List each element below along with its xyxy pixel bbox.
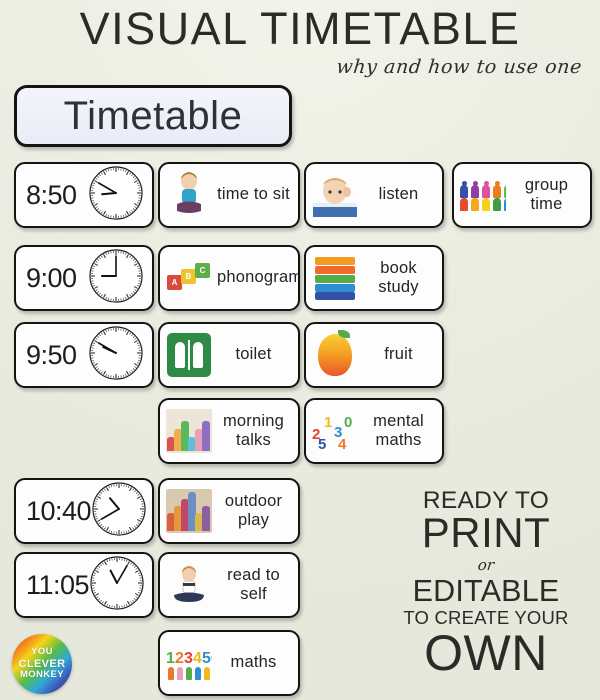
- activity-card[interactable]: toilet: [158, 322, 300, 388]
- activity-card[interactable]: 2 1 3 0 5 4 mental maths: [304, 398, 444, 464]
- clock-face-icon: [88, 248, 144, 309]
- promo-line-editable: EDITABLE: [412, 574, 560, 609]
- clock-face-icon: [89, 555, 145, 616]
- time-label: 9:50: [26, 339, 77, 370]
- time-card[interactable]: 10:40: [14, 478, 154, 544]
- activity-label: fruit: [384, 345, 413, 364]
- number-figures-photo: 123456: [166, 638, 212, 688]
- activity-card[interactable]: 123456 maths: [158, 630, 300, 696]
- activity-label: listen: [378, 185, 419, 204]
- poster-canvas: VISUAL TIMETABLE why and how to use one …: [0, 0, 600, 700]
- activity-label: toilet: [235, 345, 272, 364]
- activity-card[interactable]: book study: [304, 245, 444, 311]
- activity-card[interactable]: listen: [304, 162, 444, 228]
- time-card[interactable]: 9:00: [14, 245, 154, 311]
- you-clever-monkey-logo[interactable]: YOU CLEVER MONKEY: [12, 634, 72, 694]
- time-label: 9:00: [26, 262, 77, 293]
- activity-card[interactable]: morning talks: [158, 398, 300, 464]
- activity-label: maths: [230, 653, 277, 672]
- time-label: 8:50: [26, 179, 77, 210]
- abc-blocks-photo: A B C: [166, 253, 212, 303]
- activity-label: morning talks: [222, 411, 284, 449]
- children-talking-photo: [166, 406, 212, 456]
- activity-label: read to self: [227, 565, 280, 603]
- page-title: VISUAL TIMETABLE: [79, 3, 521, 54]
- promo-line-or: or: [476, 555, 496, 574]
- time-card[interactable]: 8:50: [14, 162, 154, 228]
- time-card[interactable]: 9:50: [14, 322, 154, 388]
- child-listening-photo: [312, 170, 358, 220]
- time-label: 11:05: [26, 569, 90, 600]
- promo-line-own: OWN: [424, 625, 548, 682]
- toilet-sign-icon: [166, 330, 212, 380]
- title-block: VISUAL TIMETABLE why and how to use one: [0, 6, 600, 78]
- activity-card[interactable]: read to self: [158, 552, 300, 618]
- girl-reading-photo: [166, 560, 212, 610]
- activity-label: book study: [378, 258, 419, 296]
- children-playing-photo: [166, 486, 212, 536]
- logo-line-monkey: MONKEY: [19, 669, 65, 681]
- promo-text-block: READY TO PRINT or EDITABLE TO CREATE YOU…: [380, 488, 592, 682]
- activity-label: time to sit: [217, 185, 290, 204]
- activity-label: group time: [524, 175, 569, 213]
- time-card[interactable]: 11:05: [14, 552, 154, 618]
- fruit-photo: [312, 330, 358, 380]
- activity-card[interactable]: group time: [452, 162, 592, 228]
- promo-line-print: PRINT: [421, 509, 551, 557]
- activity-card[interactable]: time to sit: [158, 162, 300, 228]
- clock-face-icon: [88, 325, 144, 386]
- foam-numbers-photo: 2 1 3 0 5 4: [312, 414, 353, 453]
- stacked-books-photo: [312, 253, 358, 303]
- activity-label: outdoor play: [224, 491, 283, 529]
- counting-figures-photo: [460, 170, 506, 220]
- logo-line-you: YOU: [31, 646, 53, 658]
- activity-card[interactable]: fruit: [304, 322, 444, 388]
- activity-label: mental maths: [373, 411, 424, 449]
- page-subtitle: why and how to use one: [335, 55, 584, 78]
- timetable-header-label: Timetable: [63, 93, 243, 138]
- activity-card[interactable]: outdoor play: [158, 478, 300, 544]
- time-label: 10:40: [26, 495, 92, 526]
- activity-card[interactable]: A B C phonograms: [158, 245, 300, 311]
- timetable-header-card[interactable]: Timetable: [14, 85, 292, 147]
- clock-face-icon: [88, 165, 144, 226]
- clock-face-icon: [91, 481, 147, 542]
- activity-label: phonograms: [217, 268, 298, 287]
- girl-sitting-photo: [166, 170, 212, 220]
